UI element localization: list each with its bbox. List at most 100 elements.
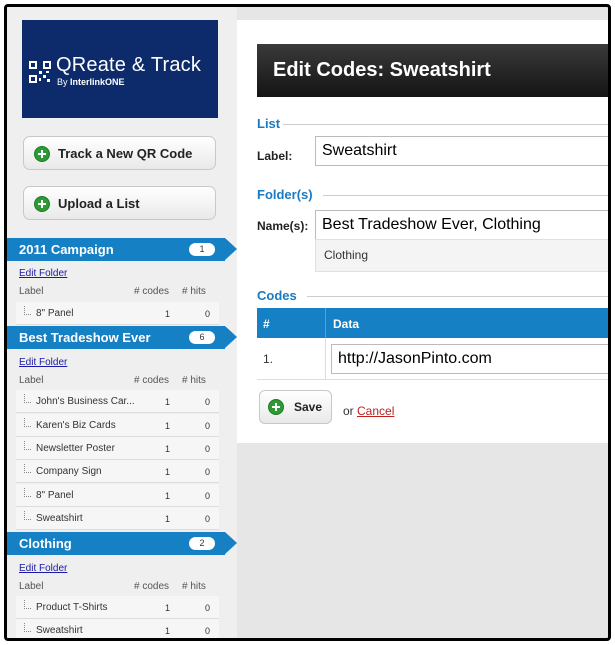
list-legend: List (257, 116, 281, 131)
list-item[interactable]: Company Sign 1 0 (16, 460, 219, 483)
item-hits: 0 (205, 603, 211, 613)
column-number: # (263, 317, 270, 331)
column-divider (325, 338, 326, 380)
add-icon (268, 399, 284, 415)
column-divider (325, 308, 326, 338)
brand-logo[interactable]: QReate & Track By InterlinkONE (22, 20, 218, 118)
item-label: Karen's Biz Cards (36, 420, 116, 431)
qr-code-icon (28, 60, 52, 84)
tree-connector (24, 441, 31, 450)
add-icon (34, 196, 50, 212)
list-item[interactable]: Newsletter Poster 1 0 (16, 437, 219, 460)
item-label: Product T-Shirts (36, 602, 108, 613)
item-codes: 1 (165, 603, 171, 613)
folder-name: 2011 Campaign (19, 242, 114, 257)
folder-name: Best Tradeshow Ever (19, 330, 151, 345)
item-codes: 1 (165, 467, 171, 477)
tree-connector (24, 394, 31, 403)
folder-header-best-tradeshow-ever[interactable]: Best Tradeshow Ever 6 (7, 326, 237, 349)
item-hits: 0 (205, 467, 211, 477)
brand-subtitle: By InterlinkONE (57, 77, 125, 87)
folder-count-badge: 6 (189, 331, 215, 344)
folder-count-badge: 2 (189, 537, 215, 550)
folders-legend: Folder(s) (257, 187, 313, 202)
upload-list-label: Upload a List (58, 195, 140, 211)
column-hits: # hits (182, 375, 206, 386)
app-window: QReate & Track By InterlinkONE Track a N… (4, 4, 611, 641)
folder-count-badge: 1 (189, 243, 215, 256)
item-label: Company Sign (36, 466, 102, 477)
column-codes: # codes (134, 375, 170, 386)
column-label: Label (19, 581, 44, 592)
names-field-label: Name(s): (257, 219, 309, 233)
track-new-qr-button[interactable]: Track a New QR Code (23, 136, 216, 170)
item-codes: 1 (165, 514, 171, 524)
list-item[interactable]: Sweatshirt 1 0 (16, 619, 219, 638)
section-divider (307, 296, 608, 297)
code-data-input[interactable]: http://JasonPinto.com (331, 344, 608, 374)
list-item[interactable]: 8" Panel 1 0 (16, 302, 219, 325)
folder-name: Clothing (19, 536, 72, 551)
folder-tag[interactable]: Clothing (324, 248, 368, 262)
tree-connector (24, 488, 31, 497)
codes-table-header: # Data (257, 308, 608, 338)
item-hits: 0 (205, 491, 211, 501)
folder-tag-list: Clothing (315, 239, 608, 272)
edit-folder-link[interactable]: Edit Folder (19, 268, 67, 279)
item-label: Sweatshirt (36, 625, 83, 636)
folder-header-clothing[interactable]: Clothing 2 (7, 532, 237, 555)
label-field-label: Label: (257, 149, 293, 163)
folder-column-headers: Label # codes # hits (19, 286, 219, 300)
column-label: Label (19, 375, 44, 386)
list-item[interactable]: Sweatshirt 1 0 (16, 507, 219, 530)
brand-by: By (57, 77, 68, 87)
list-item[interactable]: Karen's Biz Cards 1 0 (16, 414, 219, 437)
folder-header-2011-campaign[interactable]: 2011 Campaign 1 (7, 238, 237, 261)
item-hits: 0 (205, 397, 211, 407)
label-input[interactable]: Sweatshirt (315, 136, 608, 166)
item-hits: 0 (205, 421, 211, 431)
edit-folder-link[interactable]: Edit Folder (19, 563, 67, 574)
save-label: Save (294, 400, 323, 414)
section-divider (323, 195, 608, 196)
item-label: Sweatshirt (36, 513, 83, 524)
upload-list-button[interactable]: Upload a List (23, 186, 216, 220)
item-codes: 1 (165, 491, 171, 501)
item-hits: 0 (205, 626, 211, 636)
track-new-qr-label: Track a New QR Code (58, 145, 193, 161)
column-hits: # hits (182, 581, 206, 592)
sidebar: QReate & Track By InterlinkONE Track a N… (7, 7, 237, 638)
table-row: 1. http://JasonPinto.com (257, 338, 608, 380)
item-codes: 1 (165, 421, 171, 431)
main-panel: Edit Codes: Sweatshirt List Label: Sweat… (237, 20, 608, 443)
item-codes: 1 (165, 626, 171, 636)
edit-folder-link[interactable]: Edit Folder (19, 357, 67, 368)
list-item[interactable]: John's Business Car... 1 0 (16, 390, 219, 413)
item-hits: 0 (205, 309, 211, 319)
save-button[interactable]: Save (259, 390, 332, 424)
column-label: Label (19, 286, 44, 297)
cancel-link[interactable]: Cancel (357, 404, 394, 418)
tree-connector (24, 511, 31, 520)
item-label: Newsletter Poster (36, 443, 115, 454)
column-codes: # codes (134, 581, 170, 592)
page-title: Edit Codes: Sweatshirt (257, 44, 608, 97)
row-index: 1. (263, 352, 274, 366)
item-codes: 1 (165, 397, 171, 407)
column-data: Data (333, 317, 360, 331)
item-label: John's Business Car... (36, 396, 135, 407)
item-hits: 0 (205, 514, 211, 524)
tree-connector (24, 306, 31, 315)
item-codes: 1 (165, 309, 171, 319)
section-divider (283, 124, 608, 125)
tree-connector (24, 464, 31, 473)
tree-connector (24, 623, 31, 632)
column-hits: # hits (182, 286, 206, 297)
tree-connector (24, 600, 31, 609)
column-codes: # codes (134, 286, 170, 297)
folder-column-headers: Label # codes # hits (19, 375, 219, 389)
list-item[interactable]: Product T-Shirts 1 0 (16, 596, 219, 619)
item-label: 8" Panel (36, 490, 74, 501)
list-item[interactable]: 8" Panel 1 0 (16, 484, 219, 507)
folder-names-input[interactable]: Best Tradeshow Ever, Clothing (315, 210, 608, 240)
